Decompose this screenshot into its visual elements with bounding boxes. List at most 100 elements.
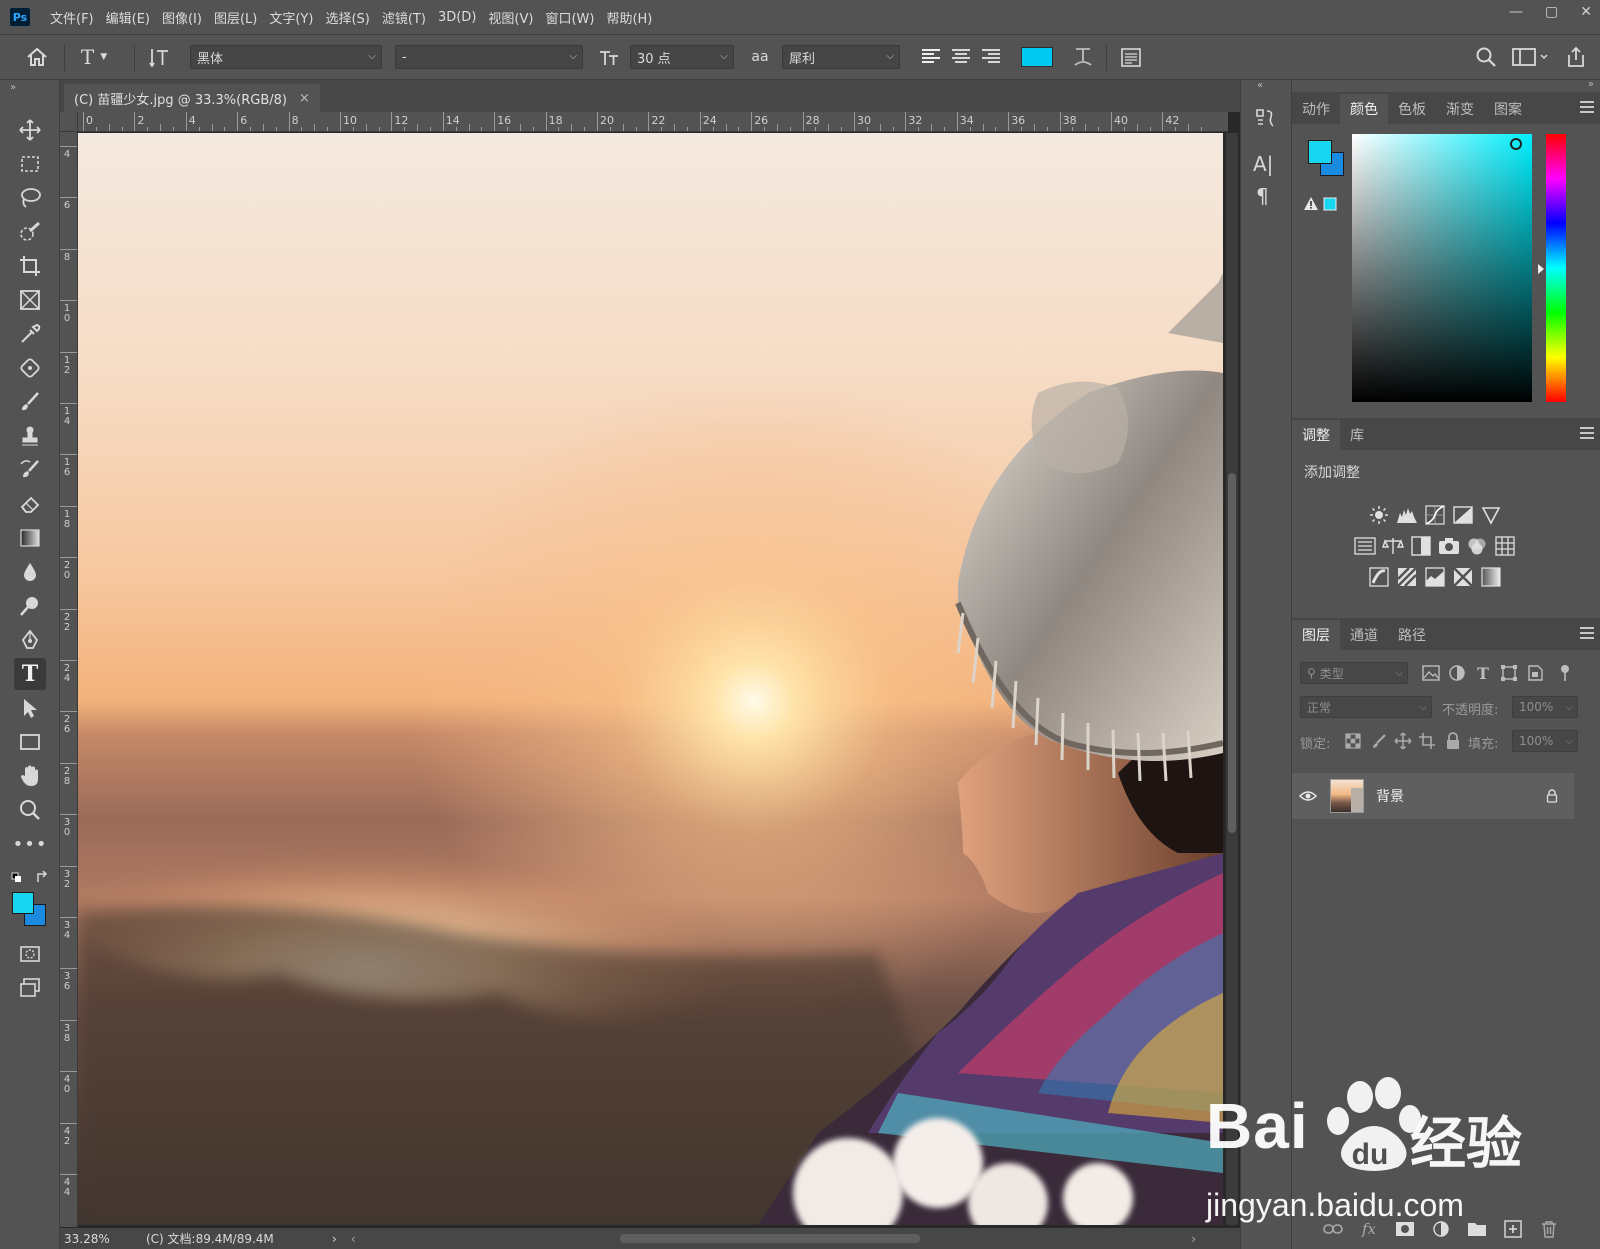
selective-color-icon[interactable] [1452,566,1474,588]
tab-color[interactable]: 颜色 [1340,94,1388,124]
color-panel-swatches[interactable] [1306,138,1346,178]
hue-slider[interactable] [1546,134,1566,402]
warp-text-icon[interactable] [1070,43,1096,71]
color-picker-cursor[interactable] [1510,138,1522,150]
fill-field[interactable]: 100% ⌵ [1512,730,1578,752]
clone-stamp-tool-icon[interactable] [14,420,46,452]
threshold-icon[interactable] [1424,566,1446,588]
eye-icon[interactable] [1292,790,1324,802]
zoom-level[interactable]: 33.28% [64,1232,134,1246]
minimize-button[interactable]: — [1509,4,1523,20]
tab-libraries[interactable]: 库 [1340,420,1374,450]
panel-menu-icon[interactable] [1580,627,1594,642]
toggle-text-orientation-icon[interactable] [144,43,174,71]
quick-selection-tool-icon[interactable] [14,216,46,248]
marquee-tool-icon[interactable] [14,148,46,180]
zoom-tool-icon[interactable] [14,794,46,826]
menu-window[interactable]: 窗口(W) [539,8,600,27]
font-style-select[interactable]: - ⌵ [395,45,583,69]
out-of-gamut-warning-icon[interactable] [1304,196,1338,212]
scroll-right-icon[interactable]: › [1191,1232,1196,1246]
foreground-color-swatch[interactable] [12,892,34,914]
layer-row[interactable]: 背景 [1292,773,1574,819]
type-tool-icon[interactable]: T [14,658,46,690]
menu-image[interactable]: 图像(I) [156,8,208,27]
menu-filter[interactable]: 滤镜(T) [376,8,432,27]
move-tool-icon[interactable] [14,114,46,146]
home-icon[interactable] [22,43,52,71]
tab-adjustments[interactable]: 调整 [1292,420,1340,450]
lock-image-pixels-icon[interactable] [1368,730,1390,752]
vibrance-icon[interactable] [1480,504,1502,526]
lasso-tool-icon[interactable] [14,182,46,214]
new-group-icon[interactable] [1466,1218,1488,1240]
expand-dock-icon[interactable]: « [1257,80,1263,91]
search-icon[interactable] [1472,43,1500,71]
scrollbar-thumb[interactable] [1228,473,1236,833]
invert-icon[interactable] [1368,566,1390,588]
tab-swatches[interactable]: 色板 [1388,94,1436,124]
add-mask-icon[interactable] [1394,1218,1416,1240]
brush-tool-icon[interactable] [14,386,46,418]
align-left-icon[interactable] [918,43,944,71]
fx-icon[interactable]: fx [1358,1218,1380,1240]
align-right-icon[interactable] [978,43,1004,71]
font-size-select[interactable]: 30 点 ⌵ [630,45,734,69]
glyphs-panel-icon[interactable] [1253,106,1277,130]
antialias-select[interactable]: 犀利 ⌵ [782,45,900,69]
font-family-select[interactable]: 黑体 ⌵ [190,45,382,69]
character-panel-toggle-icon[interactable] [1116,43,1146,71]
collapse-toolbar-icon[interactable]: » [10,82,16,93]
scroll-left-icon[interactable]: ‹ [351,1232,356,1246]
menu-3d[interactable]: 3D(D) [432,10,482,25]
layer-lock-icon[interactable] [1546,789,1558,803]
filter-adjustment-icon[interactable] [1446,662,1468,684]
link-layers-icon[interactable] [1322,1218,1344,1240]
exposure-icon[interactable] [1452,504,1474,526]
status-menu-arrow[interactable]: › [332,1232,337,1246]
new-layer-icon[interactable] [1502,1218,1524,1240]
rectangle-tool-icon[interactable] [14,726,46,758]
layer-name[interactable]: 背景 [1376,786,1404,806]
new-adjustment-layer-icon[interactable] [1430,1218,1452,1240]
share-icon[interactable] [1562,43,1590,71]
tab-paths[interactable]: 路径 [1388,620,1436,650]
horizontal-ruler[interactable]: 0 2 4 6 8 10 12 14 16 18 20 22 24 26 28 30 32 34 36 38 40 42 [78,112,1228,132]
tab-layers[interactable]: 图层 [1292,620,1340,650]
workspace-icon[interactable] [1510,43,1554,71]
gradient-map-icon[interactable] [1480,566,1502,588]
dodge-tool-icon[interactable] [14,590,46,622]
document-tab[interactable]: (C) 苗疆少女.jpg @ 33.3%(RGB/8) × [64,84,320,112]
color-swatches[interactable] [10,890,50,930]
vertical-scrollbar[interactable] [1226,133,1238,1225]
hand-tool-icon[interactable] [14,760,46,792]
panel-menu-icon[interactable] [1580,101,1594,116]
menu-help[interactable]: 帮助(H) [600,8,658,27]
pen-tool-icon[interactable] [14,624,46,656]
color-picker-field[interactable] [1352,134,1532,402]
color-balance-icon[interactable] [1382,535,1404,557]
layer-filter-select[interactable]: ⚲ 类型 ⌵ [1300,662,1408,684]
horizontal-scrollbar-thumb[interactable] [620,1234,920,1243]
filter-toggle-icon[interactable] [1554,662,1576,684]
brightness-contrast-icon[interactable] [1368,504,1390,526]
filter-type-icon[interactable]: T [1472,662,1494,684]
path-selection-tool-icon[interactable] [14,692,46,724]
trash-icon[interactable] [1538,1218,1560,1240]
crop-tool-icon[interactable] [14,250,46,282]
vertical-ruler[interactable]: 4 6 8 10 12 14 16 18 20 22 24 26 28 30 32 34 36 38 40 42 44 [60,132,78,1227]
paragraph-panel-icon[interactable]: ¶ [1256,184,1269,208]
text-color-swatch[interactable] [1020,43,1054,71]
layer-thumbnail[interactable] [1330,779,1364,813]
frame-tool-icon[interactable] [14,284,46,316]
ruler-origin[interactable] [60,112,78,132]
opacity-field[interactable]: 100% ⌵ [1512,696,1578,718]
panel-menu-icon[interactable] [1580,427,1594,442]
menu-layer[interactable]: 图层(L) [208,8,263,27]
blur-tool-icon[interactable] [14,556,46,588]
maximize-button[interactable]: ▢ [1545,4,1558,20]
menu-edit[interactable]: 编辑(E) [100,8,156,27]
blend-mode-select[interactable]: 正常 ⌵ [1300,696,1432,718]
type-tool-preset-icon[interactable]: T ▼ [74,43,114,71]
more-tools-icon[interactable]: ••• [13,828,47,860]
